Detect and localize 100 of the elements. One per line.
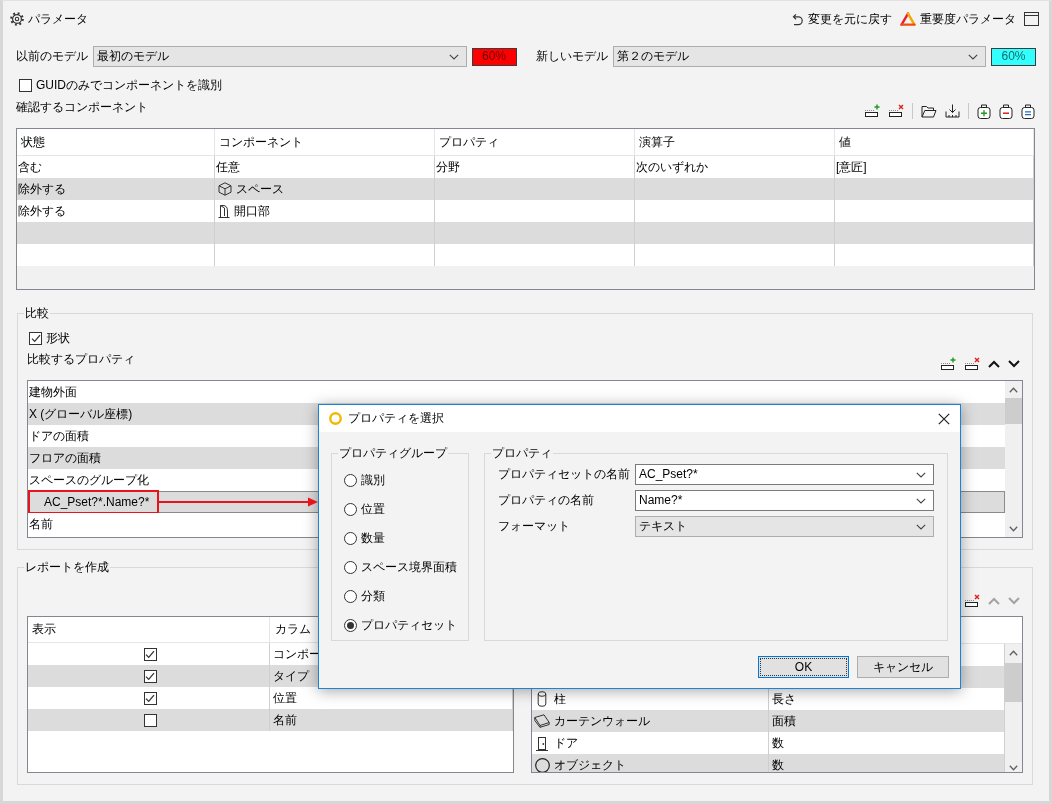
door-frame-icon	[218, 204, 230, 218]
dropdown-select[interactable]: テキスト	[635, 516, 934, 537]
folder-icon[interactable]	[921, 104, 937, 118]
radio-dot-icon	[347, 622, 354, 629]
close-icon[interactable]	[938, 412, 950, 425]
radio-label: 数量	[361, 531, 385, 546]
scroll-down-icon[interactable]	[1009, 764, 1018, 771]
checkbox[interactable]	[143, 647, 157, 661]
door-icon	[536, 735, 548, 751]
undo-button[interactable]: 変更を元に戻す	[790, 11, 892, 27]
radio-button[interactable]	[344, 503, 357, 516]
checkmark-icon	[145, 649, 155, 659]
download-icon[interactable]	[945, 104, 960, 118]
table-cell: カーテンウォール	[554, 713, 650, 729]
radio-label: 分類	[361, 589, 385, 604]
radio-button[interactable]	[344, 590, 357, 603]
group-title: プロパティグループ	[338, 446, 448, 461]
radio-label: プロパティセット	[361, 618, 457, 633]
list-item[interactable]: スペースのグループ化	[29, 473, 149, 487]
checkbox[interactable]	[143, 691, 157, 705]
dialog-title: プロパティを選択	[348, 411, 444, 426]
list-item[interactable]: AC_Pset?*.Name?*	[44, 495, 150, 509]
scroll-up-icon[interactable]	[1009, 386, 1018, 393]
cylinder-icon	[537, 691, 547, 707]
scrollbar-thumb[interactable]	[1005, 398, 1022, 424]
scrollbar[interactable]	[1005, 644, 1022, 772]
clipboard-equals-icon[interactable]	[1021, 103, 1035, 119]
scrollbar-thumb[interactable]	[1005, 663, 1022, 702]
group-title: 比較	[24, 306, 50, 321]
dialog-button[interactable]: OK	[758, 656, 849, 678]
remove-row-icon[interactable]	[964, 357, 980, 371]
settings-icon	[10, 12, 24, 26]
group-title: プロパティ	[491, 446, 553, 461]
radio-button[interactable]	[344, 619, 357, 632]
warning-icon	[900, 12, 916, 26]
caret-icon	[916, 523, 926, 530]
list-item[interactable]: X (グローバル座標)	[29, 407, 133, 421]
column-header[interactable]: 表示	[28, 617, 270, 643]
section-label: 確認するコンポーネント	[16, 99, 148, 115]
chevron-up-icon[interactable]	[988, 360, 1000, 368]
list-item[interactable]: 建物外面	[29, 385, 77, 399]
match-badge: 60%	[991, 47, 1036, 66]
table-cell: 柱	[554, 691, 566, 707]
checkbox[interactable]	[143, 669, 157, 683]
scrollbar[interactable]	[1005, 381, 1022, 537]
checkbox-label: GUIDのみでコンポーネントを識別	[36, 77, 222, 93]
field-label: プロパティセットの名前	[498, 467, 631, 482]
checkbox-label: 形状	[46, 330, 70, 346]
ring-icon	[329, 412, 342, 425]
add-row-icon[interactable]	[864, 104, 880, 118]
column-header[interactable]: コンポーネント	[215, 129, 435, 156]
list-item[interactable]: フロアの面積	[29, 451, 101, 465]
table-cell: 位置	[273, 690, 297, 706]
clipboard-minus-icon[interactable]	[999, 103, 1013, 119]
group-title: レポートを作成	[24, 560, 110, 575]
combo-input[interactable]: AC_Pset?*	[635, 464, 934, 485]
undo-icon	[790, 12, 804, 26]
model-select[interactable]: 最初のモデル	[93, 46, 467, 67]
radio-button[interactable]	[344, 532, 357, 545]
remove-row-icon[interactable]	[964, 594, 980, 608]
caret-icon	[916, 497, 926, 504]
scroll-down-icon[interactable]	[1009, 525, 1018, 532]
column-header[interactable]: 状態	[17, 129, 215, 156]
table-cell: 名前	[273, 712, 297, 728]
caret-icon	[916, 471, 926, 478]
scroll-up-icon[interactable]	[1009, 649, 1018, 656]
clipboard-plus-icon[interactable]	[977, 103, 991, 119]
dialog-button[interactable]: キャンセル	[857, 656, 949, 678]
radio-button[interactable]	[344, 474, 357, 487]
remove-row-icon[interactable]	[888, 104, 904, 118]
add-row-icon[interactable]	[940, 357, 956, 371]
list-item[interactable]: ドアの面積	[29, 429, 89, 443]
severity-button[interactable]: 重要度パラメータ	[900, 11, 1016, 27]
field-label: プロパティの名前	[498, 493, 595, 508]
model-select[interactable]: 第２のモデル	[612, 46, 986, 67]
combo-input[interactable]: Name?*	[635, 490, 934, 511]
radio-label: スペース境界面積	[361, 560, 457, 575]
column-header[interactable]: 演算子	[635, 129, 835, 156]
column-header[interactable]: プロパティ	[435, 129, 635, 156]
checkmark-icon	[145, 671, 155, 681]
chevron-down-icon[interactable]	[1008, 360, 1020, 368]
field-label: 新しいモデル	[535, 49, 608, 64]
match-badge: 60%	[471, 47, 517, 66]
radio-label: 位置	[361, 502, 385, 517]
window-layout-icon[interactable]	[1024, 12, 1039, 26]
caret-icon	[968, 53, 978, 60]
table-cell: 開口部	[234, 203, 270, 219]
column-header[interactable]: カラム	[275, 622, 311, 637]
column-header[interactable]: 値	[835, 129, 1034, 156]
checkbox[interactable]	[19, 78, 32, 92]
list-item[interactable]: 名前	[29, 517, 53, 531]
checkbox[interactable]	[29, 331, 42, 345]
radio-button[interactable]	[344, 561, 357, 574]
checkbox[interactable]	[143, 713, 157, 727]
radio-label: 識別	[361, 473, 385, 488]
checkmark-icon	[145, 693, 155, 703]
caret-icon	[448, 53, 459, 60]
panel-icon	[534, 714, 550, 728]
field-label: 以前のモデル	[16, 49, 88, 64]
table-cell: スペース	[236, 181, 284, 197]
